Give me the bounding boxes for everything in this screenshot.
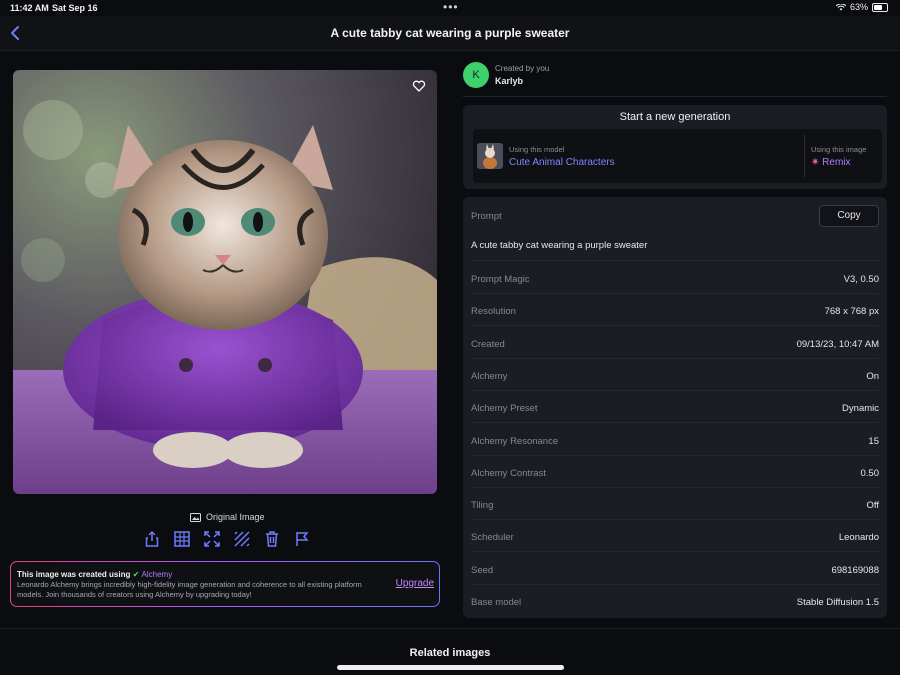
detail-value: 15 <box>868 435 879 447</box>
promo-alchemy-label: Alchemy <box>141 570 173 579</box>
detail-row: Alchemy Resonance 15 <box>471 423 879 456</box>
battery-percent: 63% <box>849 2 868 12</box>
detail-label: Alchemy Resonance <box>471 435 559 447</box>
detail-value: 768 x 768 px <box>824 306 879 318</box>
detail-value: On <box>866 370 879 382</box>
detail-label: Created <box>471 338 505 350</box>
detail-label: Base model <box>471 597 522 608</box>
model-thumbnail <box>477 143 503 169</box>
remix-label: Remix <box>822 157 851 168</box>
status-time: 11:42 AM <box>10 3 49 13</box>
detail-label: Tiling <box>471 500 494 512</box>
original-image-label[interactable]: Original Image <box>190 512 265 522</box>
status-date: Sat Sep 16 <box>52 3 98 13</box>
detail-row: Alchemy On <box>471 358 879 391</box>
model-name-link[interactable]: Cute Animal Characters <box>509 157 615 168</box>
related-images-heading: Related images <box>409 647 491 659</box>
nav-bar: A cute tabby cat wearing a purple sweate… <box>0 16 900 51</box>
detail-label: Resolution <box>471 306 516 318</box>
battery-icon <box>872 2 888 12</box>
detail-value: Dynamic <box>842 403 879 415</box>
model-thumbnail-image <box>477 143 503 169</box>
alchemy-leaf-icon: ✔ <box>132 570 140 579</box>
original-image-text: Original Image <box>206 512 265 522</box>
detail-label: Alchemy Contrast <box>471 467 546 479</box>
home-indicator[interactable] <box>337 665 564 670</box>
sparkle-icon: ✷ <box>811 157 820 168</box>
image-label: Using this image <box>811 145 867 154</box>
copy-button[interactable]: Copy <box>819 205 879 227</box>
share-icon[interactable] <box>143 530 161 548</box>
divider <box>0 628 900 629</box>
generated-image[interactable] <box>13 70 437 494</box>
detail-value: 0.50 <box>860 467 880 479</box>
remove-background-icon[interactable] <box>233 530 251 548</box>
detail-label: Scheduler <box>471 532 514 544</box>
status-right: 63% <box>835 2 888 12</box>
remix-button[interactable]: ✷ Remix <box>811 157 851 168</box>
detail-row: Alchemy Contrast 0.50 <box>471 455 879 488</box>
promo-heading: This image was created using ✔ Alchemy <box>17 570 172 579</box>
trash-icon[interactable] <box>263 530 281 548</box>
new-generation-panel: Start a new generation Using this model … <box>463 105 887 189</box>
promo-body: Leonardo Alchemy brings incredibly high-… <box>17 580 362 599</box>
cat-image <box>13 70 437 494</box>
promo-heading-prefix: This image was created using <box>17 570 131 579</box>
divider <box>463 96 887 97</box>
detail-label: Prompt Magic <box>471 274 530 285</box>
creator-username[interactable]: Karlyb <box>495 76 523 86</box>
detail-row: Created 09/13/23, 10:47 AM <box>471 326 879 359</box>
detail-label: Alchemy <box>471 370 508 382</box>
image-icon <box>190 512 201 522</box>
wifi-icon <box>835 3 846 10</box>
detail-label: Alchemy Preset <box>471 403 538 415</box>
detail-value: Stable Diffusion 1.5 <box>796 597 879 608</box>
detail-row: Base model Stable Diffusion 1.5 <box>471 584 879 616</box>
multitasking-dots-icon[interactable]: ••• <box>443 0 459 14</box>
upgrade-link[interactable]: Upgrade <box>396 578 434 589</box>
page-title: A cute tabby cat wearing a purple sweate… <box>330 26 570 40</box>
alchemy-promo-banner: This image was created using ✔ Alchemy L… <box>10 561 440 607</box>
prompt-text: A cute tabby cat wearing a purple sweate… <box>471 240 648 251</box>
model-label: Using this model <box>509 145 565 154</box>
detail-value: 09/13/23, 10:47 AM <box>796 338 879 350</box>
favorite-heart-icon[interactable] <box>411 78 427 94</box>
detail-row: Prompt Magic V3, 0.50 <box>471 261 879 294</box>
detail-row: Alchemy Preset Dynamic <box>471 390 879 424</box>
detail-value: Leonardo <box>838 532 879 544</box>
detail-row: Resolution 768 x 768 px <box>471 293 879 327</box>
detail-row: Scheduler Leonardo <box>471 519 879 553</box>
created-by-label: Created by you <box>495 64 550 73</box>
avatar[interactable]: K <box>463 62 489 88</box>
expand-icon[interactable] <box>203 530 221 548</box>
prompt-label: Prompt <box>471 211 502 222</box>
detail-value: 698169088 <box>831 564 879 576</box>
detail-row: Seed 698169088 <box>471 552 879 585</box>
detail-value: V3, 0.50 <box>843 274 879 285</box>
image-details-panel: Prompt Copy A cute tabby cat wearing a p… <box>463 197 887 618</box>
status-bar: 11:42 AM Sat Sep 16 ••• 63% <box>0 0 900 16</box>
upscale-grid-icon[interactable] <box>173 530 191 548</box>
vertical-divider <box>804 135 805 177</box>
detail-label: Seed <box>471 564 494 576</box>
new-generation-title: Start a new generation <box>619 111 731 123</box>
flag-icon[interactable] <box>293 530 311 548</box>
prompt-row: Prompt Copy A cute tabby cat wearing a p… <box>471 197 879 261</box>
battery-fill <box>874 4 882 10</box>
generation-options: Using this model Cute Animal Characters … <box>473 129 882 183</box>
detail-value: Off <box>866 500 880 512</box>
detail-row: Tiling Off <box>471 487 880 521</box>
image-toolbar <box>143 530 311 548</box>
